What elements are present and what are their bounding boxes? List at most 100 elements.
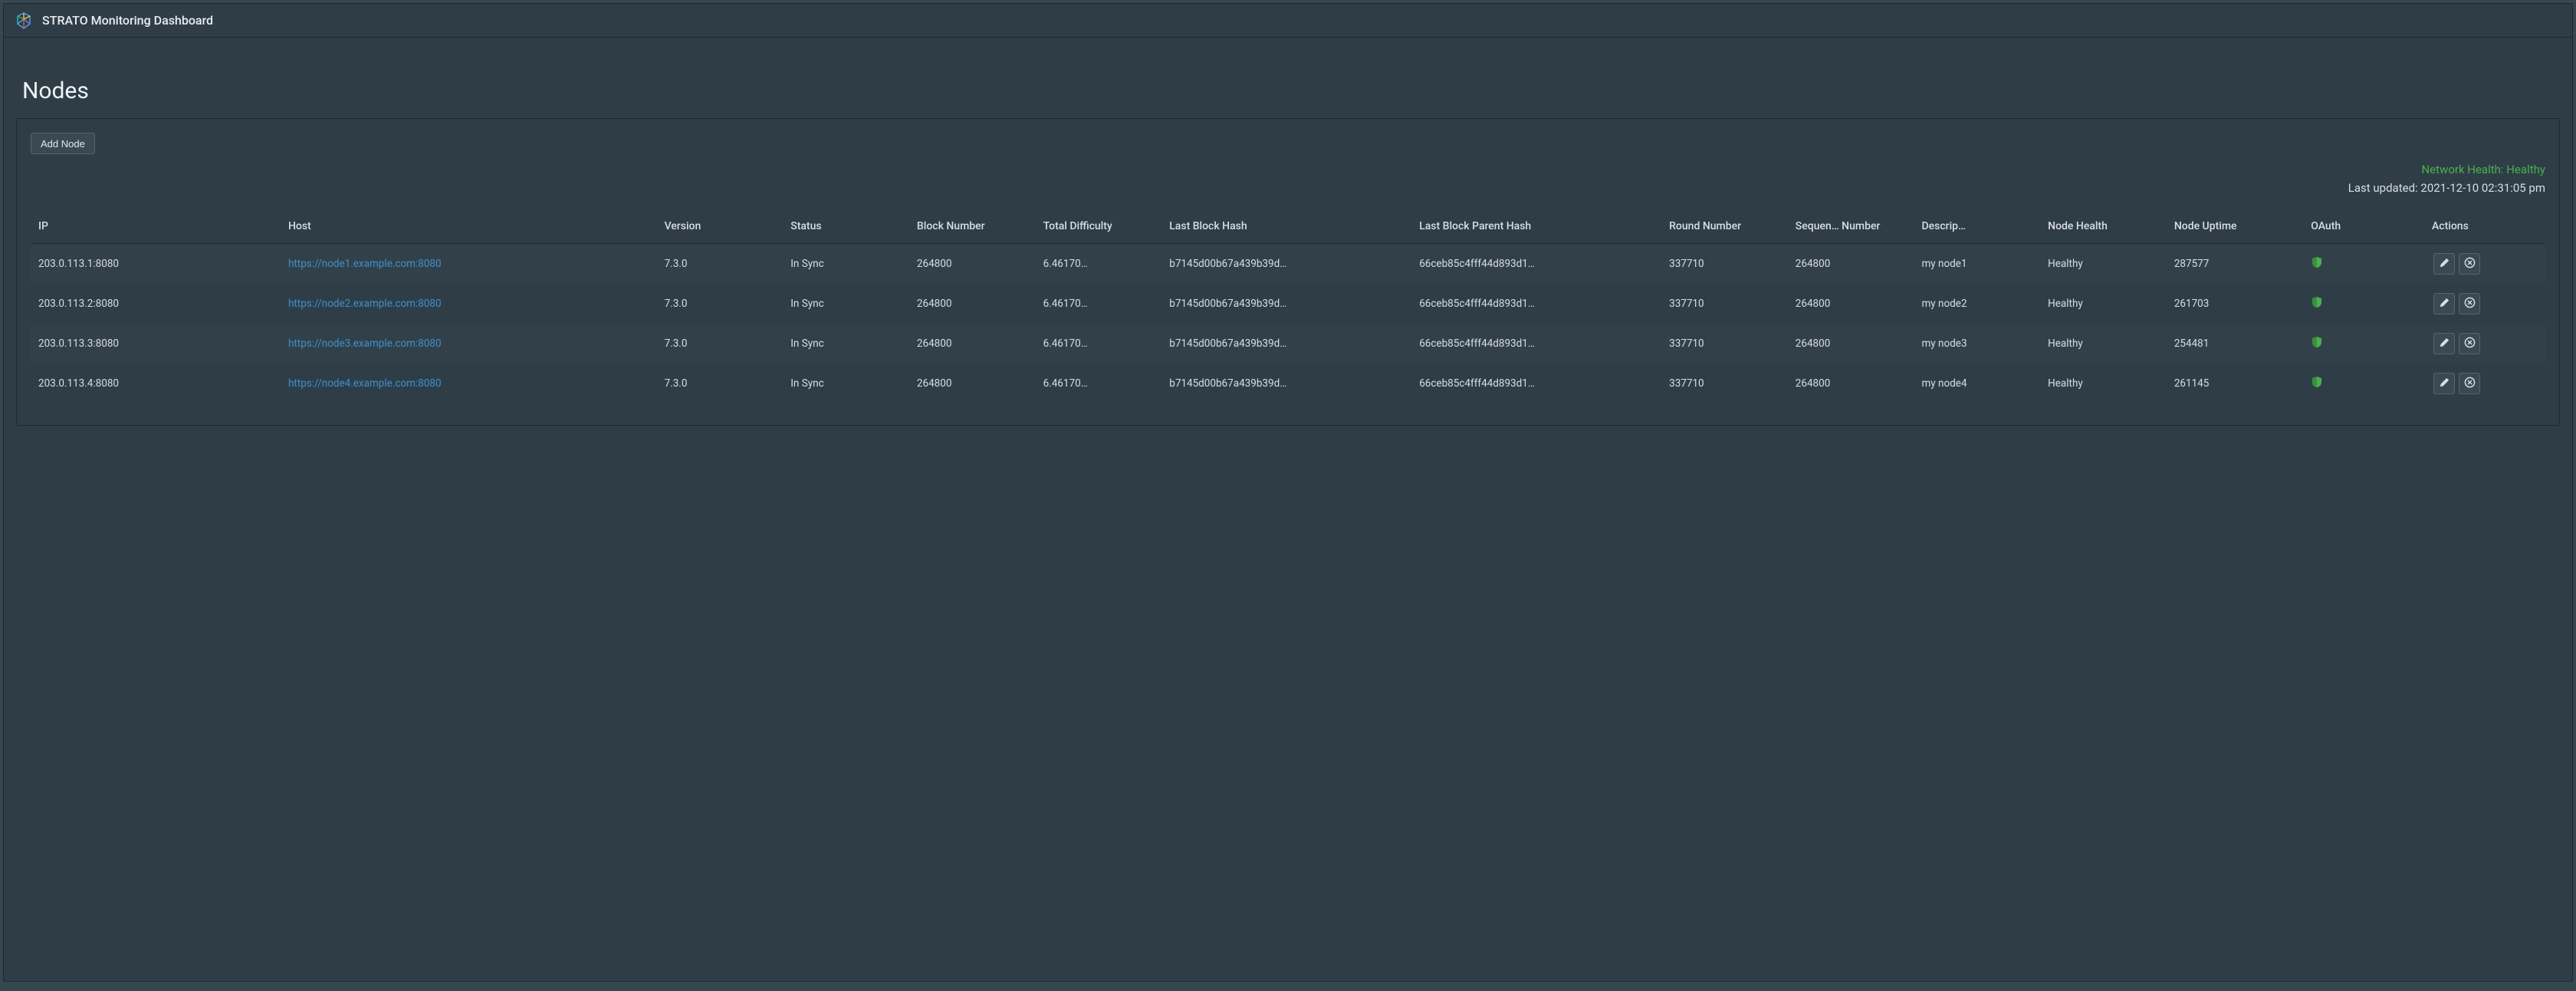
cell-description: my node4 — [1914, 364, 2040, 403]
host-link[interactable]: https://node4.example.com:8080 — [288, 377, 442, 390]
cell-total-difficulty: 6.46170… — [1036, 364, 1162, 403]
last-updated-label: Last updated: 2021-12-10 02:31:05 pm — [31, 179, 2545, 197]
col-oauth[interactable]: OAuth — [2303, 212, 2424, 244]
close-circle-icon — [2464, 337, 2476, 351]
col-hash2[interactable]: Last Block Parent Hash — [1411, 212, 1661, 244]
table-row: 203.0.113.4:8080 https://node4.example.c… — [31, 364, 2545, 403]
close-circle-icon — [2464, 257, 2476, 272]
cell-node-health: Healthy — [2040, 244, 2167, 285]
cell-block-number: 264800 — [909, 244, 1036, 285]
col-block[interactable]: Block Number — [909, 212, 1036, 244]
app-title: STRATO Monitoring Dashboard — [42, 13, 213, 28]
remove-node-button[interactable] — [2459, 373, 2480, 394]
cell-sequence-number: 264800 — [1788, 244, 1914, 285]
cell-round-number: 337710 — [1661, 324, 1788, 364]
cell-last-block-hash: b7145d00b67a439b39d… — [1162, 284, 1411, 324]
nodes-table: IP Host Version Status Block Number Tota… — [31, 212, 2545, 403]
edit-node-button[interactable] — [2433, 373, 2455, 394]
table-row: 203.0.113.3:8080 https://node3.example.c… — [31, 324, 2545, 364]
status-meta: Network Health: Healthy Last updated: 20… — [31, 160, 2545, 197]
cell-total-difficulty: 6.46170… — [1036, 244, 1162, 285]
cell-host: https://node2.example.com:8080 — [281, 284, 657, 324]
cell-sequence-number: 264800 — [1788, 364, 1914, 403]
table-header-row: IP Host Version Status Block Number Tota… — [31, 212, 2545, 244]
remove-node-button[interactable] — [2459, 253, 2480, 275]
cell-oauth — [2303, 364, 2424, 403]
app-shell: STRATO Monitoring Dashboard Nodes Add No… — [3, 3, 2573, 982]
close-circle-icon — [2464, 297, 2476, 311]
cell-ip: 203.0.113.4:8080 — [31, 364, 281, 403]
app-logo-icon — [15, 12, 33, 30]
edit-node-button[interactable] — [2433, 333, 2455, 354]
host-link[interactable]: https://node3.example.com:8080 — [288, 337, 442, 350]
cell-last-block-parent-hash: 66ceb85c4fff44d893d1… — [1411, 324, 1661, 364]
col-health[interactable]: Node Health — [2040, 212, 2167, 244]
edit-node-button[interactable] — [2433, 293, 2455, 314]
cell-total-difficulty: 6.46170… — [1036, 284, 1162, 324]
remove-node-button[interactable] — [2459, 293, 2480, 314]
pencil-icon — [2439, 257, 2450, 272]
cell-status: In Sync — [783, 324, 909, 364]
cell-actions — [2424, 324, 2545, 364]
cell-sequence-number: 264800 — [1788, 324, 1914, 364]
cell-oauth — [2303, 244, 2424, 285]
col-host[interactable]: Host — [281, 212, 657, 244]
cell-round-number: 337710 — [1661, 364, 1788, 403]
pencil-icon — [2439, 337, 2450, 351]
cell-status: In Sync — [783, 244, 909, 285]
col-version[interactable]: Version — [657, 212, 784, 244]
add-node-button[interactable]: Add Node — [31, 133, 95, 154]
cell-status: In Sync — [783, 364, 909, 403]
cell-oauth — [2303, 284, 2424, 324]
edit-node-button[interactable] — [2433, 253, 2455, 275]
cell-version: 7.3.0 — [657, 244, 784, 285]
nodes-card: Add Node Network Health: Healthy Last up… — [16, 118, 2560, 426]
cell-node-uptime: 287577 — [2167, 244, 2303, 285]
cell-host: https://node3.example.com:8080 — [281, 324, 657, 364]
cell-actions — [2424, 244, 2545, 285]
col-ip[interactable]: IP — [31, 212, 281, 244]
pencil-icon — [2439, 377, 2450, 391]
table-row: 203.0.113.1:8080 https://node1.example.c… — [31, 244, 2545, 285]
cell-description: my node3 — [1914, 324, 2040, 364]
col-diff[interactable]: Total Difficulty — [1036, 212, 1162, 244]
cell-ip: 203.0.113.1:8080 — [31, 244, 281, 285]
cell-last-block-hash: b7145d00b67a439b39d… — [1162, 244, 1411, 285]
cell-node-health: Healthy — [2040, 324, 2167, 364]
col-hash1[interactable]: Last Block Hash — [1162, 212, 1411, 244]
cell-version: 7.3.0 — [657, 284, 784, 324]
cell-actions — [2424, 284, 2545, 324]
col-uptime[interactable]: Node Uptime — [2167, 212, 2303, 244]
col-seq[interactable]: Sequen… Number — [1788, 212, 1914, 244]
cell-last-block-parent-hash: 66ceb85c4fff44d893d1… — [1411, 244, 1661, 285]
cell-block-number: 264800 — [909, 284, 1036, 324]
page-heading: Nodes — [22, 77, 2560, 104]
cell-host: https://node1.example.com:8080 — [281, 244, 657, 285]
col-status[interactable]: Status — [783, 212, 909, 244]
pencil-icon — [2439, 297, 2450, 311]
cell-node-uptime: 261145 — [2167, 364, 2303, 403]
cell-sequence-number: 264800 — [1788, 284, 1914, 324]
host-link[interactable]: https://node1.example.com:8080 — [288, 258, 442, 270]
table-row: 203.0.113.2:8080 https://node2.example.c… — [31, 284, 2545, 324]
shield-icon — [2311, 339, 2323, 351]
cell-actions — [2424, 364, 2545, 403]
cell-block-number: 264800 — [909, 324, 1036, 364]
shield-icon — [2311, 379, 2323, 391]
col-actions[interactable]: Actions — [2424, 212, 2545, 244]
network-health-label: Network Health: Healthy — [31, 160, 2545, 179]
col-round[interactable]: Round Number — [1661, 212, 1788, 244]
col-desc[interactable]: Descrip… — [1914, 212, 2040, 244]
remove-node-button[interactable] — [2459, 333, 2480, 354]
host-link[interactable]: https://node2.example.com:8080 — [288, 298, 442, 310]
cell-node-health: Healthy — [2040, 284, 2167, 324]
cell-block-number: 264800 — [909, 364, 1036, 403]
cell-host: https://node4.example.com:8080 — [281, 364, 657, 403]
cell-last-block-parent-hash: 66ceb85c4fff44d893d1… — [1411, 364, 1661, 403]
cell-version: 7.3.0 — [657, 324, 784, 364]
cell-round-number: 337710 — [1661, 284, 1788, 324]
cell-last-block-parent-hash: 66ceb85c4fff44d893d1… — [1411, 284, 1661, 324]
close-circle-icon — [2464, 377, 2476, 391]
cell-status: In Sync — [783, 284, 909, 324]
cell-last-block-hash: b7145d00b67a439b39d… — [1162, 324, 1411, 364]
